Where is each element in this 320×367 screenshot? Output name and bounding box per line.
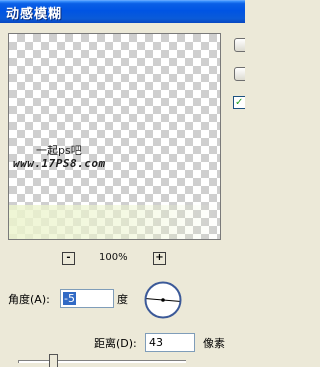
cancel-button[interactable] — [234, 67, 245, 81]
angle-unit: 度 — [117, 293, 128, 306]
dialog-title: 动感模糊 — [6, 7, 63, 22]
zoom-out-button[interactable]: - — [62, 252, 75, 265]
distance-slider-track[interactable] — [18, 360, 186, 363]
watermark-url: www.17PS8.com — [13, 157, 106, 170]
zoom-level: 100% — [99, 252, 128, 263]
distance-label: 距离(D): — [94, 337, 137, 350]
ok-button[interactable] — [234, 38, 245, 52]
blur-glow — [9, 205, 220, 239]
zoom-in-button[interactable]: + — [153, 252, 166, 265]
preview-checkbox[interactable]: ✓ — [233, 96, 245, 109]
distance-unit: 像素 — [203, 337, 225, 350]
angle-value: -5 — [63, 292, 76, 305]
motion-blur-dialog: 动感模糊 一起ps吧 www.17PS8.com ✓ - 100% + 角度(A… — [0, 0, 245, 367]
distance-slider-thumb[interactable] — [49, 354, 58, 367]
distance-input[interactable]: 43 — [145, 333, 195, 352]
preview-pane[interactable]: 一起ps吧 www.17PS8.com — [8, 33, 221, 240]
angle-input[interactable]: -5 — [60, 289, 114, 308]
watermark-text-cn: 一起ps吧 — [36, 144, 82, 157]
angle-dial[interactable] — [143, 280, 183, 320]
title-bar[interactable]: 动感模糊 — [0, 0, 245, 23]
angle-label: 角度(A): — [8, 293, 50, 306]
